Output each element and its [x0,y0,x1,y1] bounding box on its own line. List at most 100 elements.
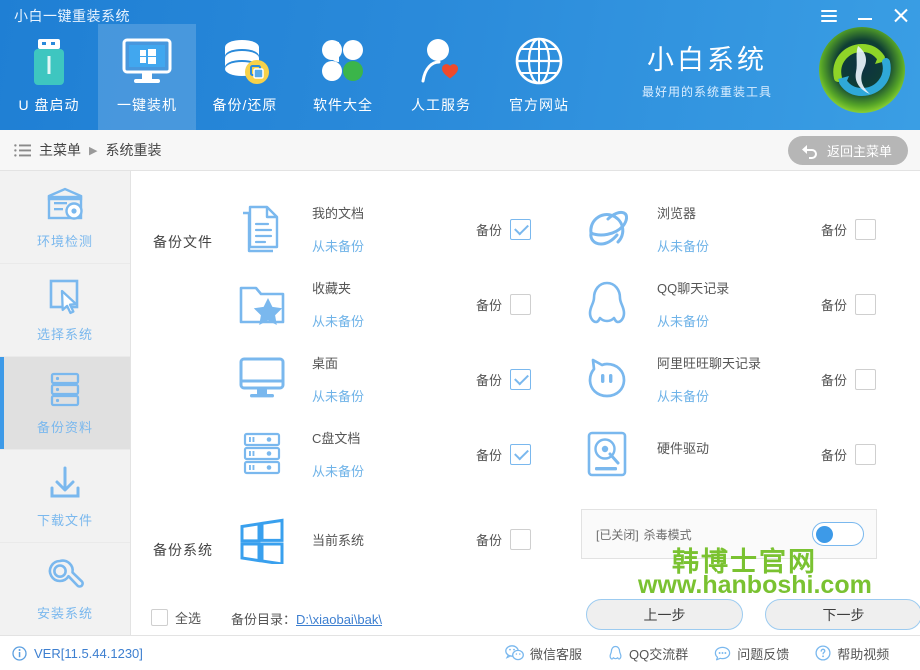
download-icon [47,463,83,503]
clover-icon [319,31,367,93]
ie-browser-icon [571,202,643,256]
backup-checkbox[interactable] [510,369,531,390]
next-step-button[interactable]: 下一步 [765,599,920,630]
brand-name: 小白系统 [612,38,802,77]
select-all-checkbox[interactable] [151,609,168,626]
backup-label: 备份 [476,530,502,549]
nav-item-one-key-install[interactable]: 一键装机 [98,24,196,130]
nav-item-official-site[interactable]: 官方网站 [490,24,588,130]
left-sidebar: 环境检测 选择系统 备份资料 [0,171,131,635]
qq-penguin-icon [571,277,643,331]
breadcrumb-root[interactable]: 主菜单 [39,140,81,160]
nav-item-human-service[interactable]: 人工服务 [392,24,490,130]
aliwangwang-icon [571,352,643,406]
sidebar-item-download-files[interactable]: 下载文件 [0,450,130,543]
item-status: 从未备份 [657,236,807,255]
globe-icon [514,31,564,93]
content-area: 备份文件 备份系统 我的文档 从未备份 备份 [131,171,920,635]
select-all-label: 全选 [175,608,201,627]
backup-checkbox[interactable] [510,444,531,465]
item-status: 从未备份 [312,461,462,480]
backup-label: 备份 [821,370,847,389]
sidebar-label: 备份资料 [37,417,93,436]
app-header: 小白一键重装系统 U 盘启动 [0,0,920,130]
footer-link-qq-group[interactable]: QQ交流群 [608,644,688,663]
nav-label: 备份/还原 [213,95,278,115]
usb-icon [27,31,71,93]
backup-directory-label: 备份目录： [231,612,296,627]
select-all-control[interactable]: 全选 [151,608,201,627]
nav-label: 一键装机 [117,95,177,115]
antivirus-state-label: [已关闭] [596,526,639,543]
backup-checkbox[interactable] [855,294,876,315]
item-title: 当前系统 [312,530,462,549]
nav-label: 人工服务 [411,95,471,115]
sidebar-item-environment-check[interactable]: 环境检测 [0,171,130,264]
item-title: 浏览器 [657,203,807,222]
backup-row-my-documents[interactable]: 我的文档 从未备份 备份 [226,191,576,267]
nav-label: 软件大全 [313,95,373,115]
desktop-icon [226,353,298,405]
item-status: 从未备份 [312,311,462,330]
backup-checkbox[interactable] [855,219,876,240]
sidebar-item-backup-data[interactable]: 备份资料 [0,357,130,450]
back-to-main-menu-button[interactable]: 返回主菜单 [788,136,908,165]
backup-label: 备份 [821,220,847,239]
back-button-label: 返回主菜单 [827,141,892,160]
question-circle-icon [815,645,831,661]
item-title: C盘文档 [312,428,462,447]
brand-block: 小白系统 最好用的系统重装工具 [612,38,802,100]
nav-item-backup-restore[interactable]: 备份/还原 [196,24,294,130]
info-circle-icon [12,646,27,661]
backup-label: 备份 [476,220,502,239]
box-gear-icon [45,184,85,224]
sidebar-item-install-system[interactable]: 安装系统 [0,543,130,636]
nav-label: U 盘启动 [19,95,80,115]
antivirus-mode-panel: [已关闭] 杀毒模式 [581,509,877,559]
chat-bubble-icon [714,646,731,661]
backup-row-current-system[interactable]: 当前系统 备份 [226,501,576,577]
person-heart-icon [417,31,465,93]
cursor-select-icon [47,277,83,317]
backup-row-c-drive-documents[interactable]: C盘文档 从未备份 备份 [226,416,576,492]
database-icon [220,31,270,93]
nav-item-usb-boot[interactable]: U 盘启动 [0,24,98,130]
backup-row-hardware-drivers[interactable]: 硬件驱动 备份 [571,416,920,492]
backup-label: 备份 [476,445,502,464]
monitor-windows-icon [120,31,174,93]
backup-row-qq-chat[interactable]: QQ聊天记录 从未备份 备份 [571,266,920,342]
item-title: QQ聊天记录 [657,278,807,297]
backup-checkbox[interactable] [855,444,876,465]
antivirus-toggle[interactable] [812,522,864,546]
footer-link-wechat[interactable]: 微信客服 [505,644,582,663]
step-buttons: 上一步 下一步 [586,599,920,630]
breadcrumb-current: 系统重装 [105,140,161,160]
backup-row-aliwangwang-chat[interactable]: 阿里旺旺聊天记录 从未备份 备份 [571,341,920,417]
backup-checkbox[interactable] [510,529,531,550]
nav-item-software[interactable]: 软件大全 [294,24,392,130]
prev-step-button[interactable]: 上一步 [586,599,743,630]
backup-directory-path-link[interactable]: D:\xiaobai\bak\ [296,612,382,627]
menu-list-icon [14,144,31,157]
sidebar-item-select-system[interactable]: 选择系统 [0,264,130,357]
backup-checkbox[interactable] [510,294,531,315]
group-label-backup-files: 备份文件 [153,232,213,252]
item-status: 从未备份 [312,236,462,255]
footer-link-help-video[interactable]: 帮助视频 [815,644,889,663]
qq-icon [608,645,623,662]
backup-checkbox[interactable] [510,219,531,240]
footer-link-label: 微信客服 [530,644,582,663]
breadcrumb-separator: ▶ [89,144,97,157]
footer-link-label: 帮助视频 [837,644,889,663]
sidebar-label: 下载文件 [37,510,93,529]
backup-label: 备份 [476,295,502,314]
backup-checkbox[interactable] [855,369,876,390]
hard-drive-icon [571,429,643,479]
item-status: 从未备份 [312,386,462,405]
footer-link-feedback[interactable]: 问题反馈 [714,644,789,663]
backup-row-desktop[interactable]: 桌面 从未备份 备份 [226,341,576,417]
footer-bar: VER[11.5.44.1230] 微信客服 [0,635,920,670]
backup-row-favorites[interactable]: 收藏夹 从未备份 备份 [226,266,576,342]
brand-tagline: 最好用的系统重装工具 [612,83,802,100]
backup-row-browser[interactable]: 浏览器 从未备份 备份 [571,191,920,267]
